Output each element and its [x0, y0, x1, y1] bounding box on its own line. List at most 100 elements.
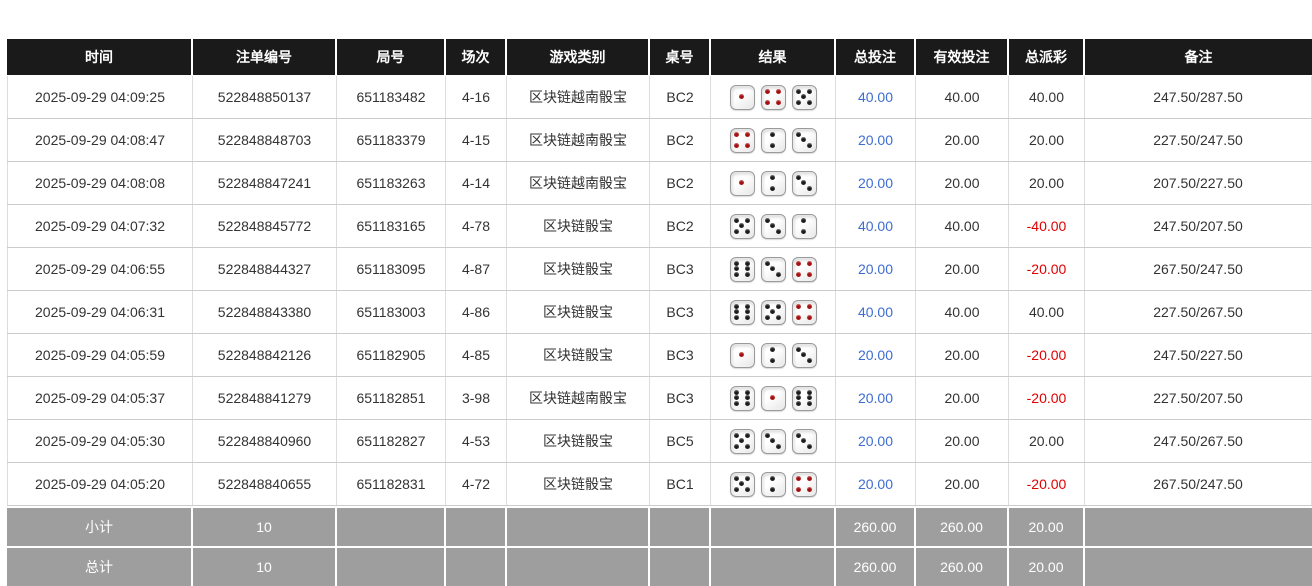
total-payout-cell: -40.00: [1009, 205, 1085, 247]
pip-slot: [807, 229, 813, 235]
pip: [745, 315, 750, 320]
pip: [776, 272, 781, 277]
pip: [745, 143, 750, 148]
dice-3-icon: [761, 429, 786, 454]
remark-cell: 207.50/227.50: [1085, 162, 1312, 204]
time-cell: 2025-09-29 04:05:37: [7, 377, 193, 419]
table-no-cell: BC3: [650, 291, 711, 333]
dice-2-icon: [761, 171, 786, 196]
pip: [770, 132, 775, 137]
total-payout-cell: 40.00: [1009, 291, 1085, 333]
result-cell: [711, 205, 836, 247]
pip: [796, 132, 801, 137]
pip: [801, 180, 806, 185]
pip: [734, 390, 739, 395]
total-bet-link[interactable]: 40.00: [836, 291, 916, 333]
footer-empty-cell: [650, 508, 711, 546]
pip-slot: [776, 444, 782, 450]
total-bet-link[interactable]: 40.00: [836, 76, 916, 118]
footer-empty-cell: [507, 508, 650, 546]
pip-slot: [745, 143, 751, 149]
dice-result: [730, 386, 817, 411]
round-id-cell: 651183095: [337, 248, 446, 290]
total-payout-cell: 20.00: [1009, 119, 1085, 161]
dice-3-icon: [761, 214, 786, 239]
pip: [770, 487, 775, 492]
remark-cell: 247.50/227.50: [1085, 334, 1312, 376]
game-type-cell: 区块链骰宝: [507, 334, 650, 376]
remark-cell: 247.50/207.50: [1085, 205, 1312, 247]
pip: [807, 395, 812, 400]
pip: [770, 175, 775, 180]
pip: [796, 272, 801, 277]
total-bet-link[interactable]: 20.00: [836, 420, 916, 462]
column-header-bet-id: 注单编号: [193, 39, 337, 75]
bet-id-cell: 522848844327: [193, 248, 337, 290]
pip: [807, 186, 812, 191]
pip-slot: [807, 272, 813, 278]
pip-slot: [807, 143, 813, 149]
pip: [807, 304, 812, 309]
dice-2-icon: [761, 472, 786, 497]
total-bet-link[interactable]: 20.00: [836, 119, 916, 161]
pip: [796, 261, 801, 266]
pip-slot: [807, 315, 813, 321]
pip: [739, 223, 744, 228]
total-bet-link[interactable]: 20.00: [836, 248, 916, 290]
total-bet-link[interactable]: 40.00: [836, 205, 916, 247]
pip: [745, 401, 750, 406]
pip: [801, 218, 806, 223]
total-bet-link[interactable]: 20.00: [836, 162, 916, 204]
valid-bet-cell: 20.00: [916, 334, 1009, 376]
pip: [739, 352, 744, 357]
dice-5-icon: [792, 85, 817, 110]
table-no-cell: BC2: [650, 76, 711, 118]
pip: [807, 261, 812, 266]
game-type-cell: 区块链骰宝: [507, 248, 650, 290]
pip: [776, 304, 781, 309]
remark-cell: 227.50/207.50: [1085, 377, 1312, 419]
column-header-table-no: 桌号: [650, 39, 711, 75]
pip-slot: [776, 487, 782, 493]
pip-slot: [776, 315, 782, 321]
column-header-result: 结果: [711, 39, 836, 75]
total-bet-link[interactable]: 20.00: [836, 463, 916, 505]
valid-bet-cell: 20.00: [916, 119, 1009, 161]
pip: [801, 229, 806, 234]
pip: [807, 100, 812, 105]
dice-result: [730, 214, 817, 239]
dice-4-icon: [730, 128, 755, 153]
pip: [801, 352, 806, 357]
session-cell: 4-87: [446, 248, 507, 290]
total-payout-cell: -20.00: [1009, 377, 1085, 419]
session-cell: 4-15: [446, 119, 507, 161]
pip: [765, 261, 770, 266]
total-bet-link[interactable]: 20.00: [836, 377, 916, 419]
bet-id-cell: 522848848703: [193, 119, 337, 161]
column-header-valid-bet: 有效投注: [916, 39, 1009, 75]
pip: [745, 309, 750, 314]
pip: [801, 438, 806, 443]
footer-total-payout-cell: 20.00: [1009, 548, 1085, 586]
pip: [796, 304, 801, 309]
subtotal-row-label: 小计: [7, 508, 193, 546]
dice-3-icon: [792, 171, 817, 196]
dice-result: [730, 257, 817, 282]
dice-4-icon: [761, 85, 786, 110]
column-header-session: 场次: [446, 39, 507, 75]
table-no-cell: BC3: [650, 248, 711, 290]
pip: [734, 395, 739, 400]
pip: [734, 304, 739, 309]
pip: [745, 266, 750, 271]
pip: [734, 444, 739, 449]
pip: [734, 266, 739, 271]
column-header-game-type: 游戏类别: [507, 39, 650, 75]
dice-6-icon: [730, 386, 755, 411]
pip: [796, 433, 801, 438]
pip: [807, 358, 812, 363]
round-id-cell: 651183482: [337, 76, 446, 118]
pip: [734, 143, 739, 148]
dice-1-icon: [730, 343, 755, 368]
remark-cell: 267.50/247.50: [1085, 463, 1312, 505]
total-bet-link[interactable]: 20.00: [836, 334, 916, 376]
